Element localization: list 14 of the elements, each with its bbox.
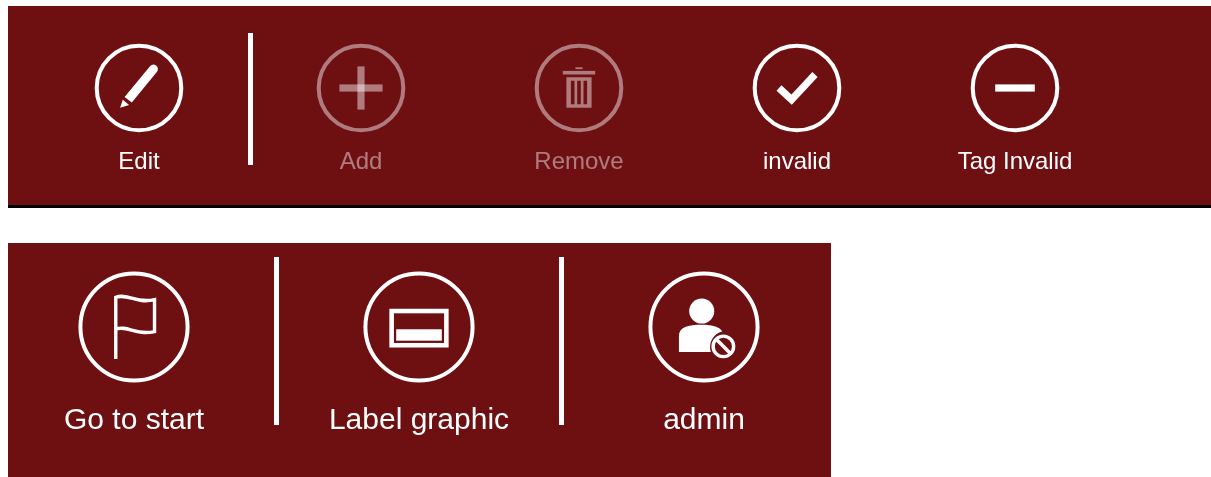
check-icon <box>752 43 842 133</box>
flag-icon <box>77 270 191 384</box>
toolbar-button[interactable]: Edit <box>39 6 239 175</box>
plus-icon <box>316 43 406 133</box>
toolbar-button[interactable]: admin <box>582 243 826 436</box>
toolbar-button[interactable]: Label graphic <box>297 243 541 436</box>
minus-icon <box>970 43 1060 133</box>
toolbar-button[interactable]: Go to start <box>12 243 256 436</box>
trash-icon <box>534 43 624 133</box>
pencil-icon <box>94 43 184 133</box>
toolbar-button[interactable]: invalid <box>697 6 897 175</box>
label-icon <box>362 270 476 384</box>
blocked-user-icon <box>647 270 761 384</box>
toolbar-button[interactable]: Tag Invalid <box>915 6 1115 175</box>
